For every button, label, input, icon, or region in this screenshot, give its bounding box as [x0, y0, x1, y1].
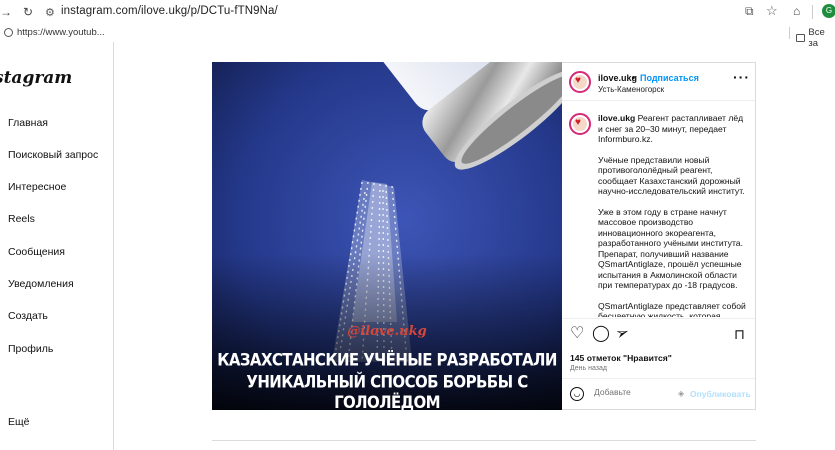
- caption-paragraph-3: Уже в этом году в стране начнут массовое…: [598, 206, 743, 291]
- more-options-icon[interactable]: ···: [733, 70, 750, 84]
- author-avatar[interactable]: ♥: [569, 71, 591, 93]
- bookmark-youtube[interactable]: https://www.youtub...: [4, 27, 105, 38]
- save-bookmark-icon[interactable]: ⊓: [734, 326, 745, 342]
- bookmarks-bar: https://www.youtub... Все за: [0, 24, 835, 49]
- post-headline-line1: КАЗАХСТАНСКИЕ УЧЁНЫЕ РАЗРАБОТАЛИ: [217, 349, 557, 371]
- caption-scroll-area[interactable]: ♥ ilove.ukg Реагент растапливает лёд и с…: [562, 101, 755, 317]
- bookmarks-divider: [789, 27, 790, 39]
- post-actions: ♡ ◯ ➢ ⊓ 145 отметок "Нравится" День наза…: [562, 318, 755, 376]
- post-caption: ilove.ukg Реагент растапливает лёд и сне…: [598, 113, 748, 317]
- post-date[interactable]: День назад: [570, 365, 607, 372]
- address-bar[interactable]: instagram.com/ilove.ukg/p/DCTu-fTN9Na/: [61, 5, 278, 17]
- sidebar-item-profile[interactable]: Профиль: [8, 343, 53, 355]
- caption-username[interactable]: ilove.ukg: [598, 113, 635, 123]
- share-icon[interactable]: ➢: [613, 323, 631, 344]
- back-arrow-icon[interactable]: →: [0, 5, 12, 19]
- sidebar-item-search[interactable]: Поисковый запрос: [8, 149, 98, 161]
- sidebar-item-messages[interactable]: Сообщения: [8, 246, 65, 258]
- sidebar-item-notifications[interactable]: Уведомления: [8, 278, 74, 290]
- bookmark-label: https://www.youtub...: [17, 27, 105, 38]
- instagram-logo[interactable]: stagram: [0, 68, 72, 88]
- reload-icon[interactable]: ↻: [22, 5, 34, 19]
- comment-bar: ◡ ◈ Опубликовать: [562, 378, 755, 410]
- sidebar-item-home[interactable]: Главная: [8, 117, 48, 129]
- extensions-icon[interactable]: ⌂: [793, 4, 800, 18]
- follow-button[interactable]: Подписаться: [640, 73, 699, 83]
- all-bookmarks-label: Все за: [808, 27, 825, 49]
- bookmark-star-icon[interactable]: ☆: [766, 3, 778, 19]
- sidebar: stagram Главная Поисковый запрос Интерес…: [0, 42, 114, 450]
- comment-icon[interactable]: ◯: [592, 326, 610, 342]
- heart-logo-icon: ♥: [575, 117, 581, 128]
- sidebar-item-reels[interactable]: Reels: [8, 213, 35, 225]
- post-details-panel: ♥ ilove.ukg • Подписаться Усть-Каменогор…: [562, 62, 756, 410]
- profile-avatar[interactable]: G: [822, 4, 835, 18]
- like-heart-icon[interactable]: ♡: [570, 326, 584, 342]
- caption-avatar[interactable]: ♥: [569, 113, 591, 135]
- site-settings-icon[interactable]: ⚙: [45, 6, 55, 19]
- likes-count[interactable]: 145 отметок "Нравится": [570, 353, 672, 363]
- content-divider: [212, 440, 756, 441]
- sidebar-item-create[interactable]: Создать: [8, 310, 48, 322]
- sidebar-item-explore[interactable]: Интересное: [8, 181, 66, 193]
- post-watermark: @ilove.ukg: [347, 324, 427, 339]
- comment-input[interactable]: [594, 387, 684, 397]
- post-header: ♥ ilove.ukg • Подписаться Усть-Каменогор…: [562, 63, 755, 101]
- globe-icon: [4, 28, 13, 37]
- post-location[interactable]: Усть-Каменогорск: [598, 85, 664, 94]
- caption-paragraph-4: QSmartAntiglaze представляет собой бесцв…: [598, 300, 746, 318]
- install-app-icon[interactable]: ⧉: [745, 4, 754, 19]
- publish-button[interactable]: Опубликовать: [690, 389, 751, 399]
- heart-logo-icon: ♥: [575, 75, 581, 86]
- folder-icon: [796, 34, 806, 42]
- post-headline-line2: УНИКАЛЬНЫЙ СПОСОБ БОРЬБЫ С ГОЛОЛЁДОМ: [246, 371, 528, 410]
- post-image[interactable]: @ilove.ukg КАЗАХСТАНСКИЕ УЧЁНЫЕ РАЗРАБОТ…: [212, 62, 562, 410]
- browser-toolbar: → ↻ ⚙ instagram.com/ilove.ukg/p/DCTu-fTN…: [0, 0, 835, 24]
- emoji-picker-icon[interactable]: ◈: [678, 389, 684, 398]
- separator-dot: •: [632, 73, 636, 83]
- caption-paragraph-2: Учёные представили новый противогололёдн…: [598, 154, 745, 197]
- toolbar-divider: [812, 5, 813, 19]
- all-bookmarks-button[interactable]: Все за: [796, 27, 835, 49]
- emoji-smile-icon[interactable]: ◡: [570, 387, 584, 401]
- sidebar-item-more[interactable]: Ещё: [8, 416, 29, 428]
